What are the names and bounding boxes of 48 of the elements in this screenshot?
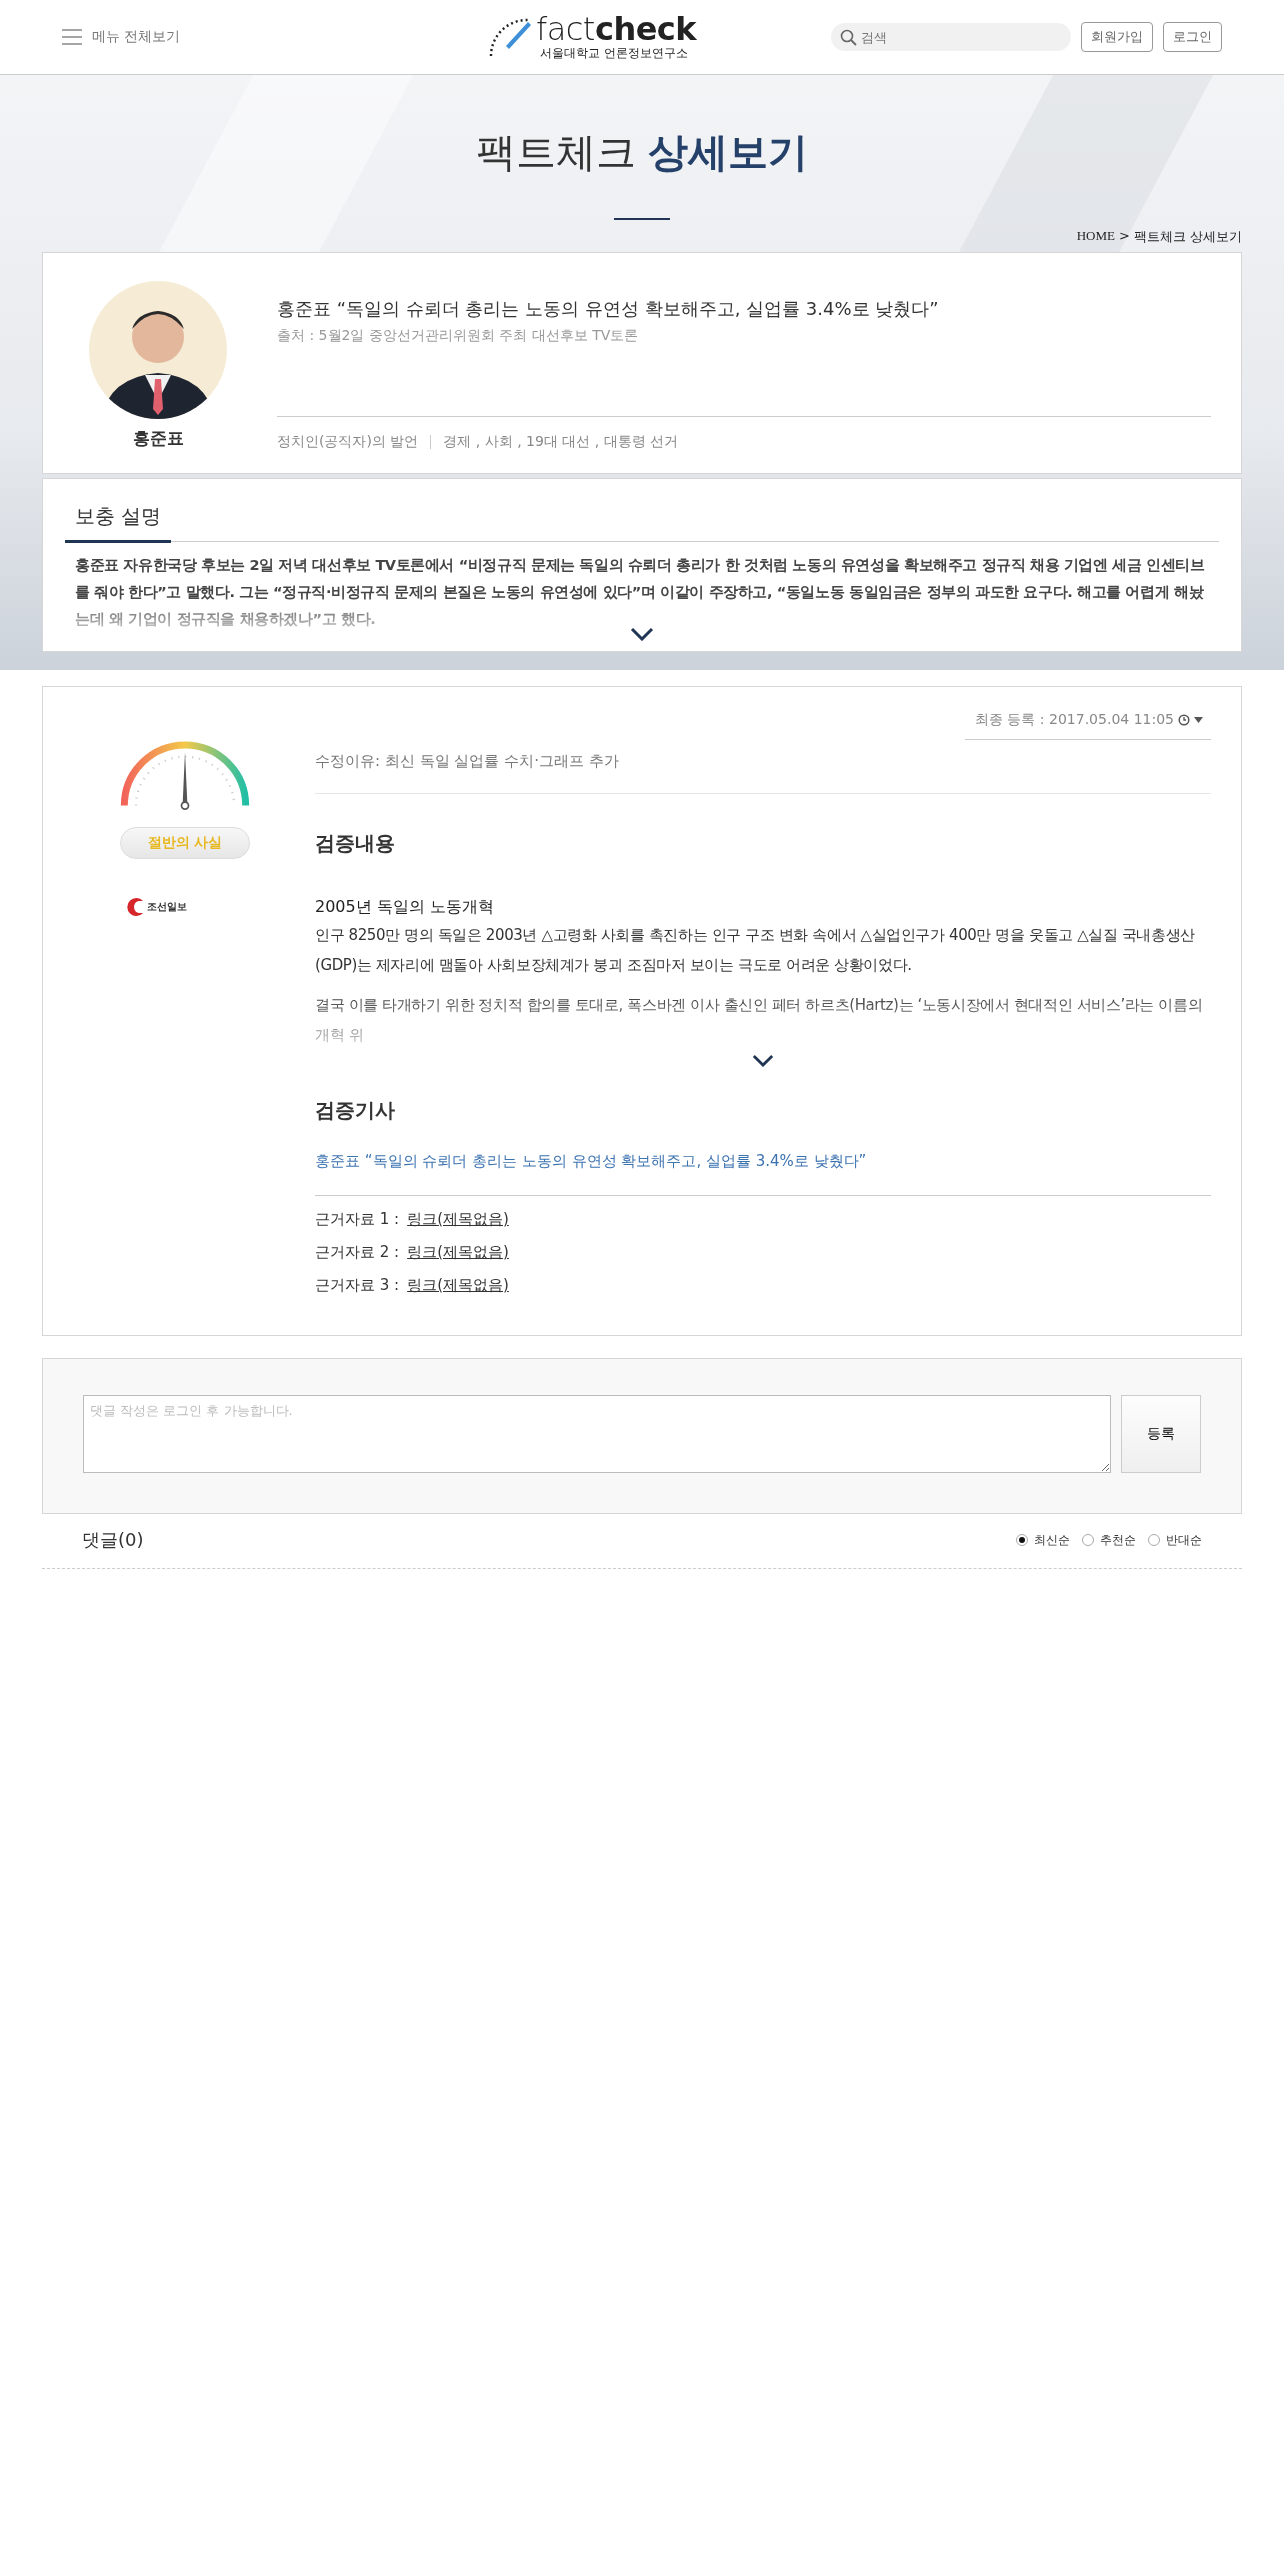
- media-name: 조선일보: [147, 902, 187, 912]
- verdict-badge: 절반의 사실: [120, 827, 250, 859]
- breadcrumb-separator: >: [1118, 228, 1130, 245]
- source-label: 근거자료 2 :: [315, 1243, 400, 1262]
- sort-label[interactable]: 반대순: [1166, 1531, 1202, 1549]
- chevron-down-icon[interactable]: [630, 627, 654, 641]
- page-title: 팩트체크 상세보기: [474, 128, 810, 177]
- radio-button[interactable]: [1082, 1534, 1094, 1546]
- claim-source: 출처 : 5월2일 중앙선거관리위원회 주최 대선후보 TV토론: [277, 327, 640, 345]
- login-button[interactable]: 로그인: [1163, 22, 1222, 52]
- content-paragraph: 결국 이를 타개하기 위한 정치적 합의를 토대로, 폭스바겐 이사 출신인 페터 하르츠(Hartz)는 ‘노동시장에서 현대적인 서비스’라는 이름의 개혁 위: [315, 995, 1204, 1046]
- claim-tags: 경제 , 사회 , 19대 대선 , 대통령 선거: [443, 433, 679, 451]
- comment-field[interactable]: 댓글 작성은 로그인 후 가능합니다.: [83, 1395, 1111, 1473]
- source-link[interactable]: 링크(제목없음): [407, 1243, 509, 1262]
- section-heading: 검증기사: [315, 1097, 396, 1124]
- chevron-down-icon[interactable]: [752, 1054, 774, 1067]
- source-label: 근거자료 3 :: [315, 1276, 400, 1295]
- section-heading: 검증내용: [315, 830, 396, 857]
- caret-icon: [1194, 717, 1203, 723]
- signup-button[interactable]: 회원가입: [1081, 22, 1153, 52]
- breadcrumb-home[interactable]: HOME: [1076, 228, 1115, 246]
- claim-title: 홍준표 “독일의 슈뢰더 총리는 노동의 유연성 확보해주고, 실업률 3.4%로 낮췄다”: [277, 297, 940, 321]
- logo-icon: [487, 16, 534, 58]
- radio-button[interactable]: [1148, 1534, 1160, 1546]
- source-label: 근거자료 1 :: [315, 1210, 400, 1229]
- speaker-name: 홍준표: [132, 427, 184, 450]
- supplement-text: 홍준표 자유한국당 후보는 2일 저녁 대선후보 TV토론에서 “비정규직 문제는 독일의 슈뢰더 총리가 한 것처럼 노동의 유연성을 확보해주고 정규직 채용 기업엔 세금 인센티브를 줘야 한다”고 말했다. 그는 “정규직·비정규직 문제의 본질은 노동의 유연성에 있다”며 이같이 주장하고, “동일노동 동일임금은 정부의 과도한 요구다. 해고를 어렵게 해놨는데 왜 기업이 정규직을 채용하겠나”고 했다.: [75, 556, 1206, 629]
- search-field[interactable]: 검색: [831, 23, 1071, 51]
- last-updated[interactable]: 최종 등록 : 2017.05.04 11:05: [964, 707, 1211, 740]
- radio-button[interactable]: [1016, 1534, 1028, 1546]
- source-link[interactable]: 링크(제목없음): [407, 1210, 509, 1229]
- claim-category: 정치인(공직자)의 발언: [277, 433, 419, 451]
- article-link[interactable]: 홍준표 “독일의 슈뢰더 총리는 노동의 유연성 확보해주고, 실업률 3.4%로 낮췄다”: [315, 1152, 1211, 1196]
- breadcrumb-current: 팩트체크 상세보기: [1133, 228, 1242, 246]
- content-subheading: 2005년 독일의 노동개혁: [315, 897, 495, 918]
- sort-label[interactable]: 추천순: [1100, 1531, 1136, 1549]
- sort-label[interactable]: 최신순: [1034, 1531, 1070, 1549]
- search-icon: [840, 29, 857, 46]
- source-link[interactable]: 링크(제목없음): [407, 1276, 509, 1295]
- section-heading: 보충 설명: [65, 503, 172, 543]
- revision-reason: 수정이유: 최신 독일 실업률 수치·그래프 추가: [315, 740, 1211, 794]
- clock-icon: [1178, 714, 1190, 726]
- logo-wordmark[interactable]: factcheck: [535, 12, 697, 45]
- menu-label[interactable]: 메뉴 전체보기: [92, 28, 181, 46]
- content-paragraph: 인구 8250만 명의 독일은 2003년 △고령화 사회를 촉진하는 인구 구조 변화 속에서 △실업인구가 400만 명을 웃돌고 △실질 국내총생산(GDP)는 제자리에 맴돌아 사회보장체계가 붕괴 조짐마저 보이는 극도로 어려운 상황이었다.: [315, 925, 1196, 976]
- submit-button[interactable]: 등록: [1121, 1395, 1201, 1473]
- logo-subtitle: 서울대학교 언론정보연구소: [539, 44, 689, 62]
- comment-count: 댓글(0): [82, 1528, 144, 1552]
